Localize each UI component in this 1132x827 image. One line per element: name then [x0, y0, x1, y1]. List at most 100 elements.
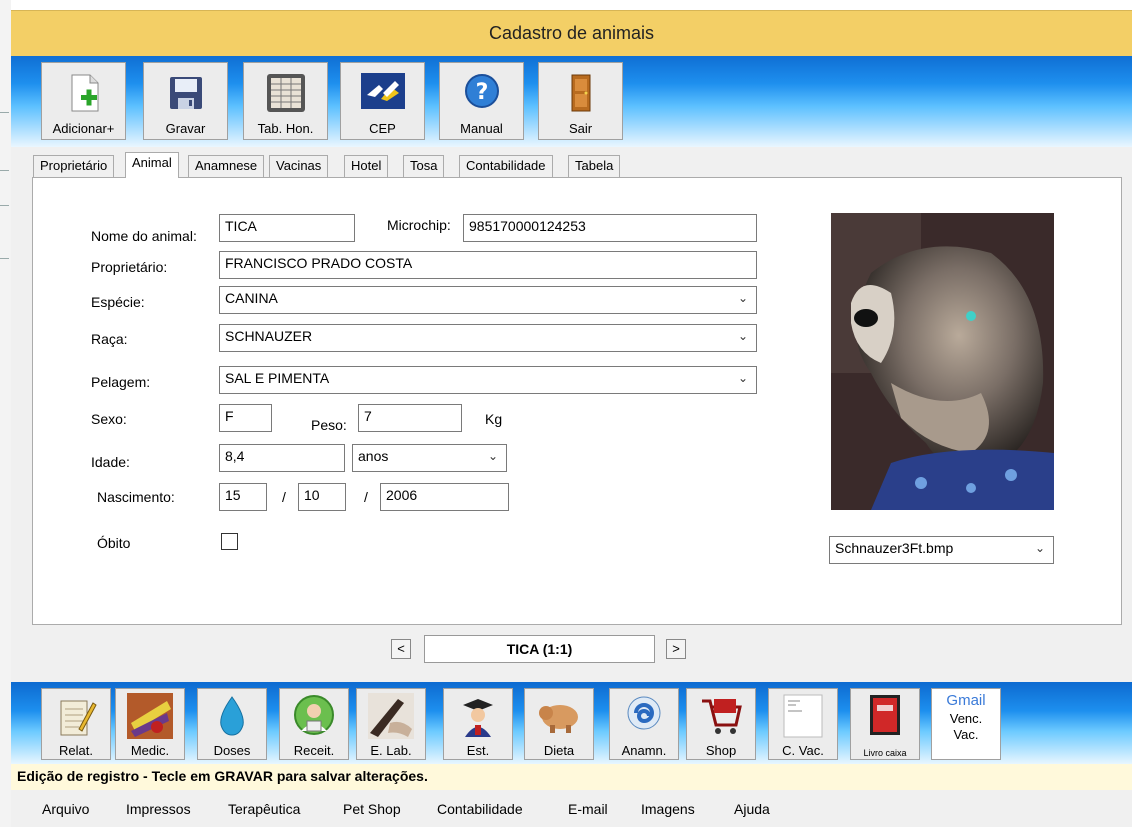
- species-select[interactable]: CANINA ⌄: [219, 286, 757, 314]
- chevron-down-icon: ⌄: [1034, 541, 1045, 555]
- doses-button[interactable]: Doses: [197, 688, 267, 760]
- fee-table-button[interactable]: Tab. Hon.: [243, 62, 328, 140]
- birth-year-field[interactable]: 2006: [380, 483, 509, 511]
- menu-therapeutics[interactable]: Terapêutica: [228, 801, 300, 817]
- cep-button[interactable]: CEP: [340, 62, 425, 140]
- microchip-label: Microchip:: [387, 217, 451, 233]
- manual-button-label: Manual: [460, 121, 503, 136]
- status-bar: Edição de registro - Tecle em GRAVAR par…: [11, 764, 1132, 790]
- vaccine-due-line-1: Venc.: [949, 711, 983, 726]
- tab-accounting[interactable]: Contabilidade: [459, 155, 553, 177]
- exit-button-label: Sair: [568, 121, 593, 136]
- vaccine-card-icon: [783, 694, 823, 738]
- vaccine-card-button[interactable]: C. Vac.: [768, 688, 838, 760]
- cep-button-label: CEP: [369, 121, 396, 136]
- swirl-icon: [627, 696, 661, 730]
- students-button[interactable]: Est.: [443, 688, 513, 760]
- doses-label: Doses: [213, 743, 251, 758]
- window-title: Cadastro de animais: [11, 11, 1132, 56]
- medication-label: Medic.: [130, 743, 170, 758]
- age-field[interactable]: 8,4: [219, 444, 345, 472]
- lab-exam-button[interactable]: E. Lab.: [356, 688, 426, 760]
- gmail-logo: Gmail: [932, 692, 1000, 709]
- breed-value: SCHNAUZER: [225, 328, 313, 344]
- new-document-icon: [71, 74, 98, 112]
- name-field[interactable]: TICA: [219, 214, 355, 242]
- menu-images[interactable]: Imagens: [641, 801, 695, 817]
- chevron-down-icon: ⌄: [487, 449, 498, 463]
- photo-file-value: Schnauzer3Ft.bmp: [835, 540, 954, 556]
- record-indicator: TICA (1:1): [424, 635, 655, 663]
- death-checkbox[interactable]: [221, 533, 238, 550]
- main-toolbar: Adicionar+ Gravar Tab. Hon. CEP ? Manual…: [11, 56, 1132, 147]
- menu-pet-shop[interactable]: Pet Shop: [343, 801, 401, 817]
- add-button-label: Adicionar+: [52, 121, 115, 136]
- menu-help[interactable]: Ajuda: [734, 801, 770, 817]
- menu-printouts[interactable]: Impressos: [126, 801, 191, 817]
- anamnesis-button[interactable]: Anamn.: [609, 688, 679, 760]
- death-label: Óbito: [97, 535, 131, 551]
- app-window: Cadastro de animais Adicionar+ Gravar Ta…: [11, 10, 1132, 827]
- tab-animal[interactable]: Animal: [125, 152, 179, 178]
- photo-file-select[interactable]: Schnauzer3Ft.bmp ⌄: [829, 536, 1054, 564]
- students-label: Est.: [466, 743, 490, 758]
- report-button[interactable]: Relat.: [41, 688, 111, 760]
- species-label: Espécie:: [91, 294, 145, 310]
- vaccine-card-label: C. Vac.: [782, 743, 824, 758]
- vaccine-due-label: Venc. Vac.: [932, 711, 1000, 743]
- shopping-cart-icon: [702, 699, 742, 734]
- menu-file[interactable]: Arquivo: [42, 801, 89, 817]
- coat-select[interactable]: SAL E PIMENTA ⌄: [219, 366, 757, 394]
- doctor-icon: [294, 695, 334, 735]
- date-separator: /: [364, 489, 368, 505]
- manual-button[interactable]: ? Manual: [439, 62, 524, 140]
- lab-exam-label: E. Lab.: [370, 743, 412, 758]
- anamnesis-label: Anamn.: [621, 743, 667, 758]
- tab-table[interactable]: Tabela: [568, 155, 621, 177]
- prev-record-button[interactable]: <: [391, 639, 411, 659]
- animal-photo: [831, 213, 1054, 510]
- tab-anamnesis[interactable]: Anamnese: [188, 155, 265, 177]
- diet-button[interactable]: Dieta: [524, 688, 594, 760]
- add-button[interactable]: Adicionar+: [41, 62, 126, 140]
- medication-button[interactable]: Medic.: [115, 688, 185, 760]
- menu-accounting[interactable]: Contabilidade: [437, 801, 523, 817]
- vaccine-due-line-2: Vac.: [953, 727, 979, 742]
- birth-month-field[interactable]: 10: [298, 483, 346, 511]
- breed-select[interactable]: SCHNAUZER ⌄: [219, 324, 757, 352]
- desktop-edge: [0, 0, 11, 827]
- pet-food-icon: [539, 705, 578, 733]
- owner-field[interactable]: FRANCISCO PRADO COSTA: [219, 251, 757, 279]
- menu-email[interactable]: E-mail: [568, 801, 608, 817]
- secondary-toolbar: Relat. Medic. Doses Receit. E. Lab. Est.…: [11, 682, 1132, 764]
- tab-hotel[interactable]: Hotel: [344, 155, 389, 177]
- fee-table-label: Tab. Hon.: [257, 121, 314, 136]
- notepad-pencil-icon: [60, 700, 97, 736]
- shop-label: Shop: [705, 743, 737, 758]
- menu-bar: Arquivo Impressos Terapêutica Pet Shop C…: [11, 792, 1132, 827]
- vaccine-due-button[interactable]: Gmail Venc. Vac.: [931, 688, 1001, 760]
- shop-button[interactable]: Shop: [686, 688, 756, 760]
- tab-owner[interactable]: Proprietário: [33, 155, 115, 177]
- coat-label: Pelagem:: [91, 374, 151, 390]
- svg-text:?: ?: [475, 80, 488, 105]
- cashbook-icon: [870, 695, 900, 735]
- microchip-field[interactable]: 985170000124253: [463, 214, 757, 242]
- cashbook-label: Livro caixa: [863, 748, 907, 758]
- tab-grooming[interactable]: Tosa: [403, 155, 445, 177]
- coat-value: SAL E PIMENTA: [225, 370, 330, 386]
- graduate-icon: [463, 699, 493, 737]
- sex-field[interactable]: F: [219, 404, 272, 432]
- weight-field[interactable]: 7: [358, 404, 462, 432]
- chevron-down-icon: ⌄: [737, 329, 748, 343]
- cashbook-button[interactable]: Livro caixa: [850, 688, 920, 760]
- next-record-button[interactable]: >: [666, 639, 686, 659]
- tab-vaccines[interactable]: Vacinas: [269, 155, 329, 177]
- weight-unit: Kg: [485, 411, 503, 427]
- age-unit-select[interactable]: anos ⌄: [352, 444, 507, 472]
- exit-button[interactable]: Sair: [538, 62, 623, 140]
- save-button[interactable]: Gravar: [143, 62, 228, 140]
- prescription-button[interactable]: Receit.: [279, 688, 349, 760]
- birth-day-field[interactable]: 15: [219, 483, 267, 511]
- floppy-disk-icon: [169, 77, 202, 109]
